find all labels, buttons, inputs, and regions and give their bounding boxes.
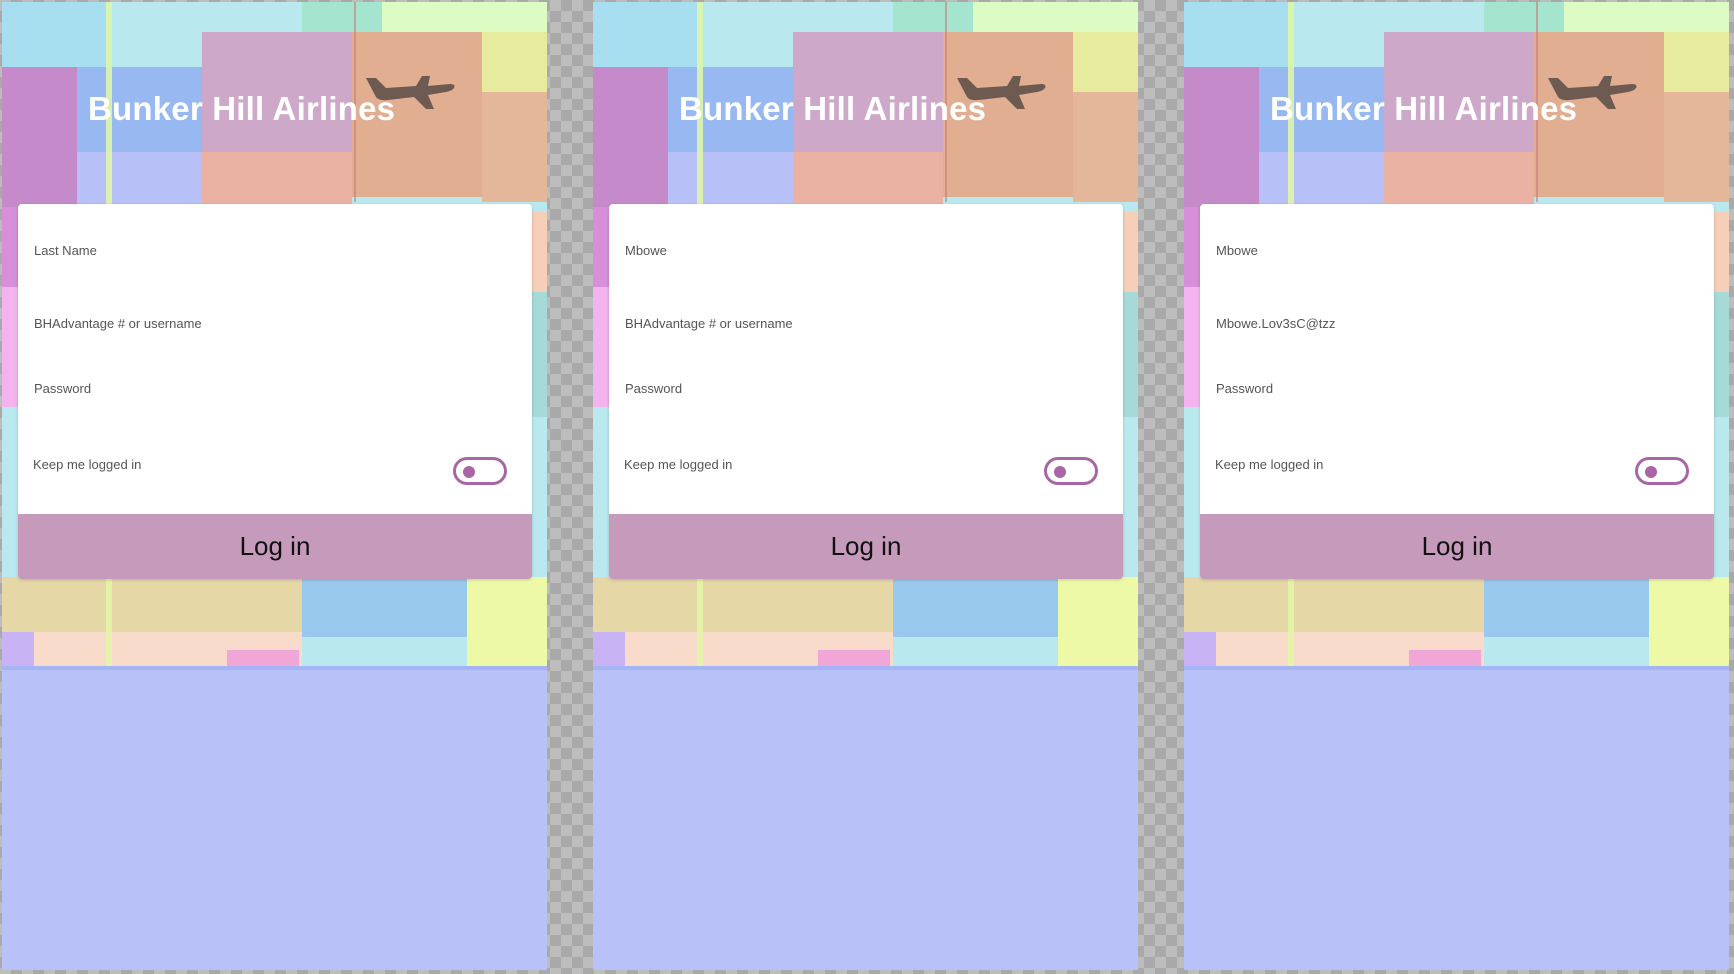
- keep-logged-in-toggle[interactable]: [453, 457, 507, 485]
- toggle-knob: [463, 466, 475, 478]
- login-card: Keep me logged in Log in: [18, 204, 532, 579]
- brand-title: Bunker Hill Airlines: [88, 90, 396, 127]
- login-screen-3: Bunker Hill Airlines Keep me logged in L…: [1184, 2, 1729, 970]
- password-input[interactable]: [609, 364, 1123, 412]
- airplane-icon: [1548, 76, 1637, 109]
- username-input[interactable]: [1200, 299, 1714, 347]
- keep-logged-in-toggle[interactable]: [1635, 457, 1689, 485]
- airplane-icon: [957, 76, 1046, 109]
- username-input[interactable]: [609, 299, 1123, 347]
- login-button[interactable]: Log in: [1200, 514, 1714, 579]
- last-name-input[interactable]: [18, 226, 532, 274]
- brand-title: Bunker Hill Airlines: [1270, 90, 1578, 127]
- keep-logged-in-toggle[interactable]: [1044, 457, 1098, 485]
- password-input[interactable]: [18, 364, 532, 412]
- login-card: Keep me logged in Log in: [1200, 204, 1714, 579]
- keep-logged-in-label: Keep me logged in: [624, 457, 733, 472]
- username-input[interactable]: [18, 299, 532, 347]
- airplane-icon: [366, 76, 455, 109]
- keep-logged-in-label: Keep me logged in: [1215, 457, 1324, 472]
- brand-title: Bunker Hill Airlines: [679, 90, 987, 127]
- login-screen-1: Bunker Hill Airlines Keep me logged in L…: [2, 2, 547, 970]
- last-name-input[interactable]: [609, 226, 1123, 274]
- toggle-knob: [1645, 466, 1657, 478]
- last-name-input[interactable]: [1200, 226, 1714, 274]
- login-button[interactable]: Log in: [609, 514, 1123, 579]
- keep-logged-in-label: Keep me logged in: [33, 457, 142, 472]
- toggle-knob: [1054, 466, 1066, 478]
- password-input[interactable]: [1200, 364, 1714, 412]
- login-button[interactable]: Log in: [18, 514, 532, 579]
- login-card: Keep me logged in Log in: [609, 204, 1123, 579]
- login-screen-2: Bunker Hill Airlines Keep me logged in L…: [593, 2, 1138, 970]
